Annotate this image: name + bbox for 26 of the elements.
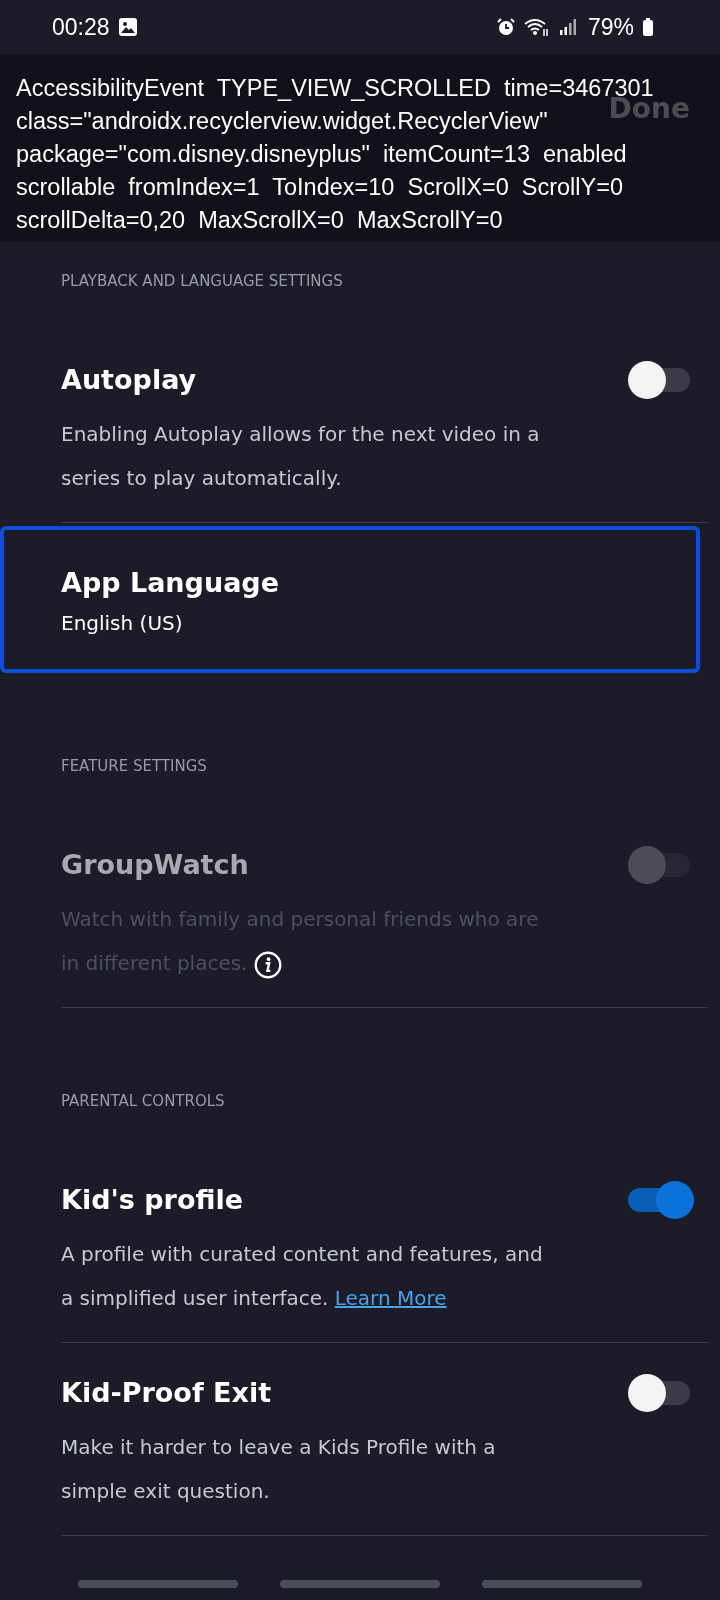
section-heading: FEATURE SETTINGS: [60, 756, 208, 777]
debug-text: scrollDelta=0,20 MaxScrollX=0 MaxScrollY=0: [16, 206, 503, 235]
wifi-icon: [523, 17, 550, 37]
debug-text: package="com.disney.disneyplus" itemCount=13 enabled: [16, 140, 627, 169]
setting-title: Autoplay: [61, 363, 197, 397]
focus-highlight[interactable]: App Language English (US): [0, 526, 700, 673]
setting-title: Kid-Proof Exit: [61, 1376, 272, 1410]
setting-description: Enabling Autoplay allows for the next video in a series to play automatically.: [61, 421, 541, 492]
setting-title: App Language: [61, 566, 279, 600]
setting-description: A profile with curated content and features, and a simplified user interface. Learn More: [61, 1241, 544, 1312]
debug-text: scrollable fromIndex=1 ToIndex=10 ScrollX=0 ScrollY=0: [16, 173, 623, 202]
battery-percent: 79%: [587, 13, 634, 41]
section-heading: PARENTAL CONTROLS: [60, 1091, 226, 1112]
image-icon: [117, 17, 138, 37]
debug-text: class="androidx.recyclerview.widget.RecyclerView": [16, 107, 548, 136]
section-heading: PLAYBACK AND LANGUAGE SETTINGS: [60, 271, 344, 292]
setting-title: GroupWatch: [61, 848, 249, 882]
battery-icon: [642, 17, 654, 37]
setting-value: English (US): [61, 610, 184, 636]
setting-description: Make it harder to leave a Kids Profile with a simple exit question.: [61, 1434, 497, 1505]
toggle-switch[interactable]: [628, 1183, 694, 1217]
clock-time: 00:28: [52, 13, 110, 41]
alarm-icon: [495, 17, 516, 37]
learn-more-link[interactable]: Learn More: [334, 1286, 447, 1310]
signal-icon: [557, 17, 578, 37]
setting-title: Kid's profile: [61, 1183, 243, 1217]
